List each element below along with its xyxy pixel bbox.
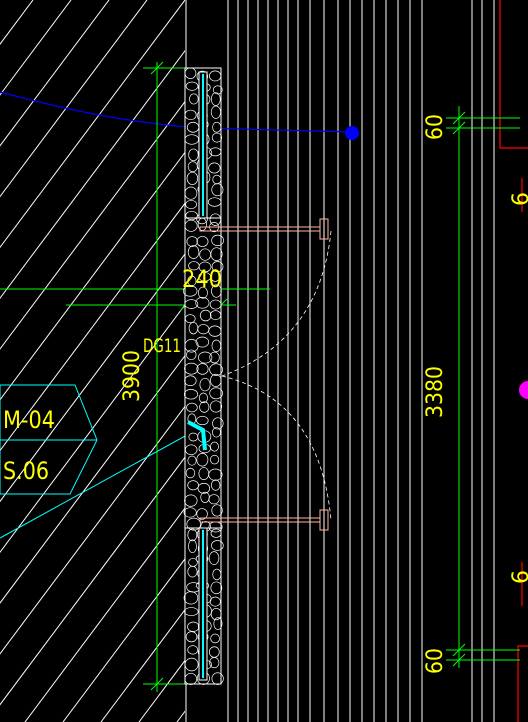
hatch-line [519, 0, 528, 722]
edge-dimension-top: 6 [509, 192, 528, 206]
wall-section[interactable] [182, 67, 224, 685]
magenta-grid-marker[interactable] [519, 381, 528, 399]
hatch-line [0, 456, 185, 706]
height-dimension: 3900 [120, 350, 145, 402]
hatch-line [367, 0, 528, 722]
room-tag[interactable]: M-04 S.06 [0, 384, 197, 539]
hatch-line [100, 608, 185, 722]
vertical-line-field [185, 0, 495, 722]
hatch-line [0, 202, 185, 452]
diagonal-hatch-field [0, 0, 528, 722]
hatch-line [24, 507, 185, 722]
hatch-line [253, 0, 528, 722]
hatch-line [443, 0, 528, 722]
hatch-line [0, 0, 110, 147]
room-tag-level: S.06 [3, 457, 49, 485]
blue-grid-marker[interactable] [345, 126, 359, 140]
edge-dimension-bottom: 6 [509, 570, 528, 584]
hatch-line [176, 710, 185, 722]
wall-thickness-dimension: 240 [182, 265, 222, 293]
right-border-lines [499, 0, 528, 722]
hatch-line [215, 0, 528, 722]
bottom-offset-dimension: 60 [423, 648, 448, 674]
room-tag-code: M-04 [3, 406, 55, 434]
hatch-line [0, 405, 185, 655]
hatch-line [405, 0, 528, 722]
hatch-line [0, 0, 72, 96]
opening-dimension: 3380 [423, 366, 448, 418]
hatch-line [481, 0, 528, 722]
hatch-line [329, 0, 528, 722]
door-code-label: DG11 [143, 335, 181, 357]
top-offset-dimension: 60 [423, 114, 448, 140]
cad-drawing-canvas[interactable]: M-04 S.06 240 DG11 3900 3380 60 60 6 6 [0, 0, 528, 722]
